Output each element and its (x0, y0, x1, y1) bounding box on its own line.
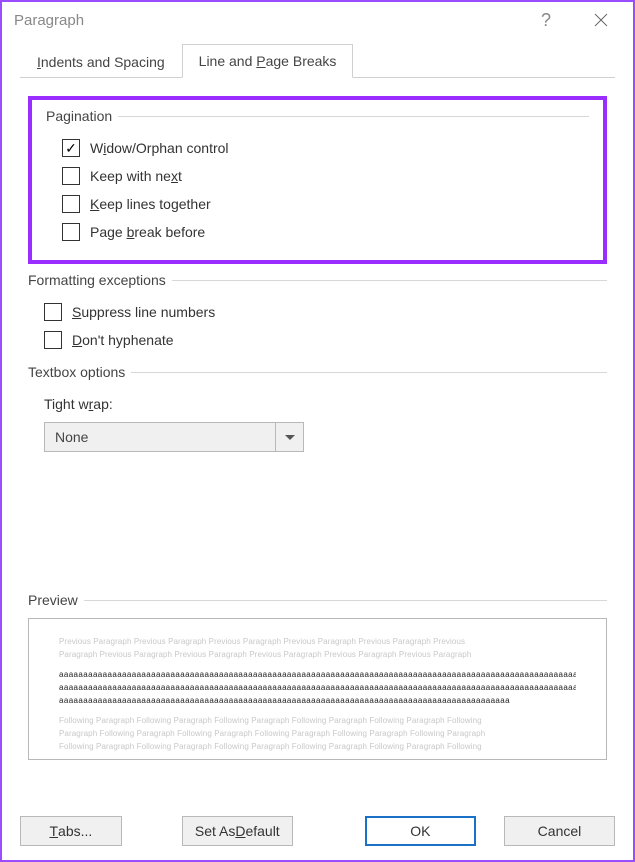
group-textbox-options: Textbox options (28, 364, 607, 380)
tab-indents-spacing[interactable]: Indents and Spacing (20, 45, 182, 78)
preview-box: Previous Paragraph Previous Paragraph Pr… (28, 618, 607, 760)
checkbox-icon[interactable] (62, 139, 80, 157)
help-icon[interactable]: ? (541, 10, 551, 31)
preview-text: aaaaaaaaaaaaaaaaaaaaaaaaaaaaaaaaaaaaaaaa… (59, 695, 576, 707)
group-pagination: Pagination (46, 108, 589, 124)
checkbox-icon[interactable] (62, 223, 80, 241)
tight-wrap-label: Tight wrap: (28, 390, 607, 418)
checkbox-label: Widow/Orphan control (90, 140, 229, 156)
tight-wrap-dropdown[interactable]: None (44, 422, 304, 452)
checkbox-label: Keep with next (90, 168, 182, 184)
checkbox-widow-orphan[interactable]: Widow/Orphan control (46, 134, 589, 162)
group-formatting-exceptions: Formatting exceptions (28, 272, 607, 288)
preview-text: aaaaaaaaaaaaaaaaaaaaaaaaaaaaaaaaaaaaaaaa… (59, 669, 576, 681)
checkbox-label: Suppress line numbers (72, 304, 215, 320)
checkbox-label: Keep lines together (90, 196, 211, 212)
checkbox-label: Page break before (90, 224, 205, 240)
dialog-paragraph: Paragraph ? Indents and Spacing Line and… (0, 0, 635, 862)
preview-text: Previous Paragraph Previous Paragraph Pr… (59, 636, 576, 648)
titlebar: Paragraph ? (2, 2, 633, 38)
dropdown-value: None (45, 429, 275, 445)
close-icon[interactable] (581, 6, 621, 34)
pagination-highlight: Pagination Widow/Orphan control Keep wit… (28, 96, 607, 264)
checkbox-icon[interactable] (44, 303, 62, 321)
chevron-down-icon[interactable] (275, 423, 303, 451)
preview-text: Following Paragraph Following Paragraph … (59, 741, 576, 753)
checkbox-page-break-before[interactable]: Page break before (46, 218, 589, 246)
tab-panel: Pagination Widow/Orphan control Keep wit… (20, 78, 615, 768)
checkbox-icon[interactable] (62, 195, 80, 213)
preview-text: Following Paragraph Following Paragraph … (59, 715, 576, 727)
checkbox-keep-with-next[interactable]: Keep with next (46, 162, 589, 190)
preview-text: aaaaaaaaaaaaaaaaaaaaaaaaaaaaaaaaaaaaaaaa… (59, 682, 576, 694)
tab-line-page-breaks[interactable]: Line and Page Breaks (182, 44, 354, 78)
group-label: Formatting exceptions (28, 272, 166, 288)
tab-strip: Indents and Spacing Line and Page Breaks (20, 44, 615, 78)
dialog-buttons: Tabs... Set As Default OK Cancel (20, 816, 615, 846)
checkbox-keep-lines-together[interactable]: Keep lines together (46, 190, 589, 218)
tabs-button[interactable]: Tabs... (20, 816, 122, 846)
dialog-content: Indents and Spacing Line and Page Breaks… (2, 38, 633, 768)
checkbox-label: Don't hyphenate (72, 332, 174, 348)
group-label: Textbox options (28, 364, 125, 380)
preview-text: Paragraph Previous Paragraph Previous Pa… (59, 649, 576, 661)
checkbox-suppress-line-numbers[interactable]: Suppress line numbers (28, 298, 607, 326)
checkbox-icon[interactable] (44, 331, 62, 349)
dialog-title: Paragraph (14, 12, 84, 29)
checkbox-icon[interactable] (62, 167, 80, 185)
set-as-default-button[interactable]: Set As Default (182, 816, 293, 846)
group-preview: Preview Previous Paragraph Previous Para… (28, 592, 607, 760)
group-label: Pagination (46, 108, 112, 124)
preview-text: Paragraph Following Paragraph Following … (59, 728, 576, 740)
group-label: Preview (28, 592, 78, 608)
cancel-button[interactable]: Cancel (504, 816, 615, 846)
ok-button[interactable]: OK (365, 816, 476, 846)
checkbox-dont-hyphenate[interactable]: Don't hyphenate (28, 326, 607, 354)
